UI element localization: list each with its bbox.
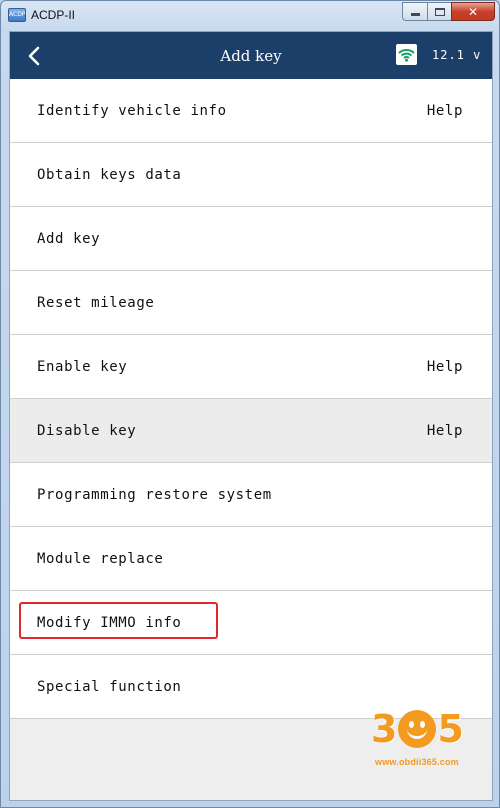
help-link[interactable]: Help xyxy=(427,79,463,143)
watermark-logo: 3 5 www.obdii365.com xyxy=(371,707,481,777)
page-title: Add key xyxy=(220,47,282,65)
menu-item-programming-restore-system[interactable]: Programming restore system xyxy=(10,463,492,527)
smiley-face-icon xyxy=(398,710,437,748)
menu-item-label: Disable key xyxy=(37,422,137,439)
watermark-url: www.obdii365.com xyxy=(375,757,459,767)
menu-item-label: Add key xyxy=(37,230,101,247)
menu-item-label: Special function xyxy=(37,678,182,695)
app-header: Add key 12.1 v xyxy=(10,32,492,79)
app-content: Add key 12.1 v Identify vehicle info Hel… xyxy=(9,31,493,801)
close-button[interactable]: ✕ xyxy=(451,2,495,21)
window-title: ACDP-II xyxy=(31,8,76,22)
menu-item-module-replace[interactable]: Module replace xyxy=(10,527,492,591)
menu-item-reset-mileage[interactable]: Reset mileage xyxy=(10,271,492,335)
menu-item-label: Identify vehicle info xyxy=(37,102,227,119)
menu-item-disable-key[interactable]: Disable key Help xyxy=(10,399,492,463)
maximize-button[interactable] xyxy=(427,2,452,21)
menu-item-obtain-keys-data[interactable]: Obtain keys data xyxy=(10,143,492,207)
menu-item-label: Programming restore system xyxy=(37,486,272,503)
function-menu: Identify vehicle info Help Obtain keys d… xyxy=(10,79,492,719)
watermark-digit: 3 xyxy=(371,707,398,751)
app-icon: ACDP xyxy=(8,8,26,22)
menu-item-label: Modify IMMO info xyxy=(37,614,182,631)
window-controls: ✕ xyxy=(402,2,495,21)
help-link[interactable]: Help xyxy=(427,399,463,463)
minimize-button[interactable] xyxy=(402,2,428,21)
menu-item-label: Reset mileage xyxy=(37,294,155,311)
menu-item-add-key[interactable]: Add key xyxy=(10,207,492,271)
application-window: ACDP ACDP-II ✕ Add key 12.1 v Identify v… xyxy=(0,0,500,808)
maximize-icon xyxy=(434,7,445,16)
watermark-digits: 3 5 xyxy=(371,707,464,751)
menu-item-modify-immo-info[interactable]: Modify IMMO info xyxy=(10,591,492,655)
close-icon: ✕ xyxy=(467,4,479,19)
menu-item-identify-vehicle-info[interactable]: Identify vehicle info Help xyxy=(10,79,492,143)
menu-item-label: Enable key xyxy=(37,358,128,375)
wifi-icon xyxy=(396,44,417,65)
menu-item-label: Module replace xyxy=(37,550,164,567)
window-titlebar[interactable]: ACDP ACDP-II ✕ xyxy=(1,1,499,30)
minimize-icon xyxy=(410,13,420,16)
menu-item-label: Obtain keys data xyxy=(37,166,182,183)
battery-voltage: 12.1 v xyxy=(432,48,482,62)
menu-item-enable-key[interactable]: Enable key Help xyxy=(10,335,492,399)
watermark-digit: 5 xyxy=(437,707,464,751)
help-link[interactable]: Help xyxy=(427,335,463,399)
